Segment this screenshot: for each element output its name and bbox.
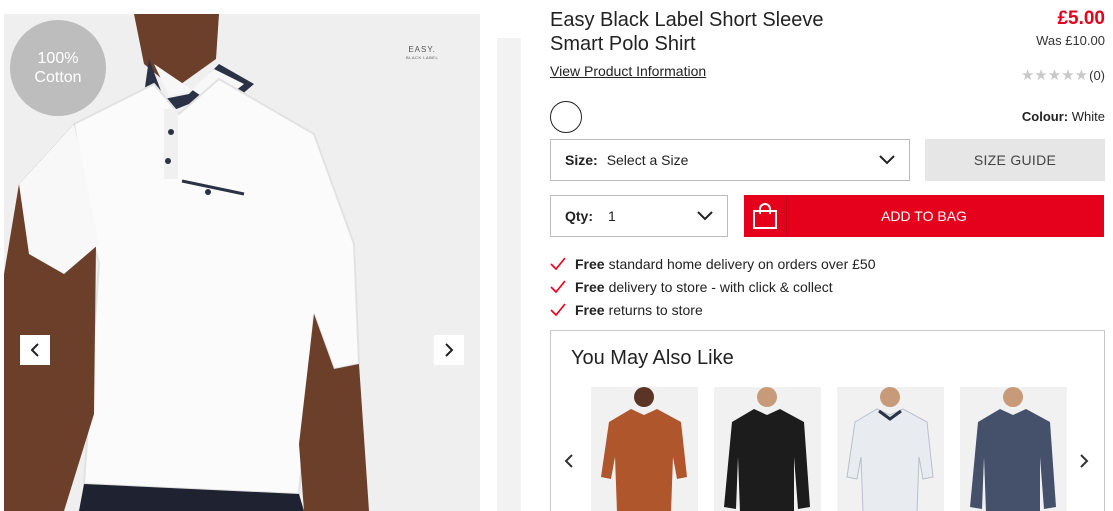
chevron-down-icon — [697, 211, 713, 221]
brand-subline: BLACK LABEL — [406, 55, 439, 60]
product-title: Easy Black Label Short Sleeve Smart Polo… — [550, 9, 824, 55]
checkmark-icon — [550, 302, 566, 316]
product-image-gallery[interactable]: 100% Cotton EASY. BLACK LABEL — [4, 14, 480, 511]
delivery-perks-list: Free standard home delivery on orders ov… — [550, 252, 876, 321]
chevron-left-icon — [30, 343, 39, 357]
gallery-next-button[interactable] — [434, 335, 464, 365]
perk-bold: Free — [575, 278, 605, 295]
qty-label: Qty: — [565, 208, 593, 224]
list-item: Free delivery to store - with click & co… — [550, 275, 876, 298]
gallery-prev-button[interactable] — [20, 335, 50, 365]
recommendations-title: You May Also Like — [571, 347, 734, 369]
chevron-left-icon — [564, 454, 573, 468]
list-item: Free standard home delivery on orders ov… — [550, 252, 876, 275]
badge-percent: 100% — [37, 50, 79, 67]
perk-bold: Free — [575, 301, 605, 318]
add-to-bag-label: ADD TO BAG — [881, 208, 967, 224]
recommended-product-card[interactable] — [960, 387, 1067, 511]
was-price: Was £10.00 — [1036, 33, 1105, 48]
colour-label: Colour: — [1021, 109, 1069, 124]
review-count: (0) — [1089, 67, 1105, 83]
add-to-bag-button[interactable]: ADD TO BAG — [744, 195, 1104, 237]
product-rating[interactable]: ★★★★★ (0) — [1021, 66, 1105, 84]
product-thumbnail — [960, 387, 1067, 511]
chevron-down-icon — [879, 155, 895, 165]
view-product-information-link[interactable]: View Product Information — [550, 63, 706, 79]
colour-swatch-white[interactable] — [550, 101, 582, 133]
product-thumbnail — [837, 387, 944, 511]
recommended-product-card[interactable] — [714, 387, 821, 511]
size-label: Size: — [565, 152, 598, 168]
perk-text: delivery to store - with click & collect — [608, 278, 833, 295]
current-price: £5.00 — [1057, 8, 1105, 29]
perk-text: returns to store — [608, 301, 703, 318]
star-rating-icon: ★★★★★ — [1020, 67, 1089, 84]
quantity-select[interactable]: Qty: 1 — [550, 195, 728, 237]
product-thumbnail — [714, 387, 821, 511]
perk-text: standard home delivery on orders over £5… — [608, 255, 876, 272]
product-thumbnail — [591, 387, 698, 511]
badge-material: Cotton — [34, 69, 82, 86]
brand-watermark: EASY. BLACK LABEL — [406, 46, 438, 62]
shopping-bag-icon — [744, 195, 786, 237]
recommendations-panel: You May Also Like — [550, 330, 1105, 511]
next-image-peek — [497, 38, 521, 511]
recommendations-prev-button[interactable] — [561, 453, 577, 469]
recommended-product-card[interactable] — [837, 387, 944, 511]
fabric-badge: 100% Cotton — [10, 20, 106, 116]
chevron-right-icon — [445, 343, 454, 357]
size-value: Select a Size — [606, 152, 689, 168]
perk-bold: Free — [575, 255, 605, 272]
qty-value: 1 — [608, 208, 616, 224]
checkmark-icon — [550, 256, 566, 270]
colour-display: Colour: White — [1022, 109, 1105, 124]
size-select[interactable]: Size: Select a Size — [550, 139, 910, 181]
recommended-product-card[interactable] — [591, 387, 698, 511]
brand-name: EASY. — [408, 45, 436, 54]
list-item: Free returns to store — [550, 298, 876, 321]
chevron-right-icon — [1080, 454, 1089, 468]
button-divider — [786, 195, 787, 237]
size-guide-button[interactable]: SIZE GUIDE — [925, 139, 1105, 181]
checkmark-icon — [550, 279, 566, 293]
recommendations-next-button[interactable] — [1076, 453, 1092, 469]
colour-value: White — [1071, 109, 1105, 124]
